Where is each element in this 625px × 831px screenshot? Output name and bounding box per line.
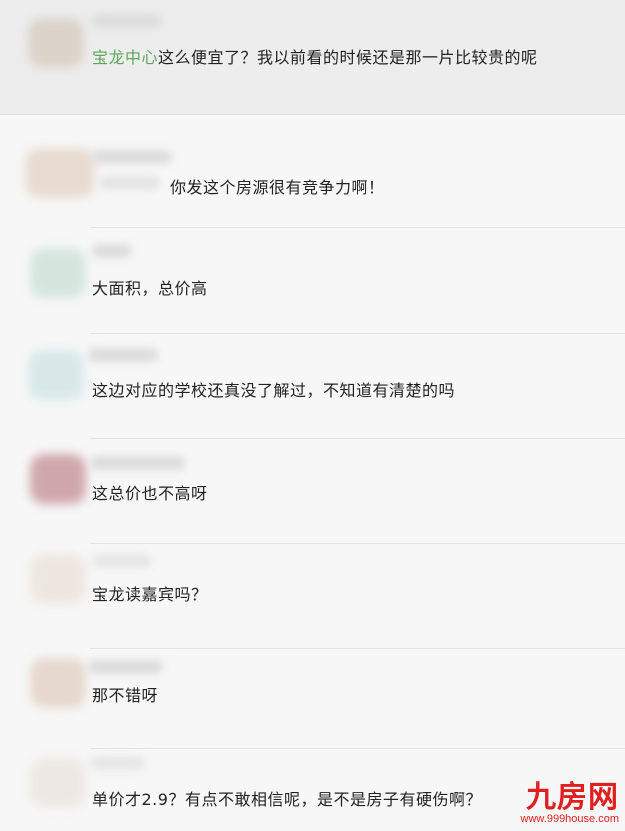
avatar[interactable]	[28, 350, 84, 400]
comment-text: 那不错呀	[92, 686, 159, 705]
divider	[90, 438, 625, 439]
comment-item[interactable]: 宝龙中心这么便宜了？我以前看的时候还是那一片比较贵的呢	[0, 0, 625, 115]
avatar[interactable]	[28, 18, 84, 68]
comment-item[interactable]: 你发这个房源很有竞争力啊！	[0, 120, 625, 220]
username-blurred	[92, 14, 162, 28]
username-blurred	[92, 244, 132, 258]
watermark-url: www.999house.com	[520, 813, 619, 825]
avatar[interactable]	[25, 148, 95, 198]
comment-item[interactable]: 这总价也不高呀	[0, 440, 625, 540]
username-blurred	[100, 176, 160, 190]
watermark-title: 九房网	[526, 780, 619, 815]
avatar[interactable]	[30, 454, 86, 504]
username-blurred	[90, 456, 185, 470]
comment-text: 单价才2.9？有点不敢相信呢，是不是房子有硬伤啊？	[92, 790, 482, 809]
comment-text: 宝龙中心这么便宜了？我以前看的时候还是那一片比较贵的呢	[92, 48, 538, 67]
comment-text: 这总价也不高呀	[92, 484, 208, 503]
comment-text: 大面积，总价高	[92, 279, 208, 298]
avatar[interactable]	[30, 758, 86, 808]
comment-text: 这边对应的学校还真没了解过，不知道有清楚的吗	[92, 381, 456, 400]
username-blurred	[90, 756, 145, 770]
comment-item[interactable]: 这边对应的学校还真没了解过，不知道有清楚的吗	[0, 334, 625, 434]
avatar[interactable]	[30, 554, 86, 604]
watermark-logo: 九房网 www.999house.com	[520, 780, 619, 826]
comment-text: 你发这个房源很有竞争力啊！	[170, 178, 385, 197]
divider	[90, 748, 625, 749]
comment-item[interactable]: 那不错呀	[0, 650, 625, 745]
username-blurred	[88, 348, 158, 362]
comment-item[interactable]: 大面积，总价高	[0, 228, 625, 328]
mention-link[interactable]: 宝龙中心	[92, 48, 158, 67]
avatar[interactable]	[30, 658, 86, 708]
username-blurred	[92, 554, 152, 568]
avatar[interactable]	[30, 248, 86, 298]
divider	[90, 648, 625, 649]
username-blurred	[88, 660, 163, 674]
comment-text: 宝龙读嘉宾吗？	[92, 585, 208, 604]
comment-item[interactable]: 宝龙读嘉宾吗？	[0, 544, 625, 644]
username-blurred	[92, 150, 172, 164]
